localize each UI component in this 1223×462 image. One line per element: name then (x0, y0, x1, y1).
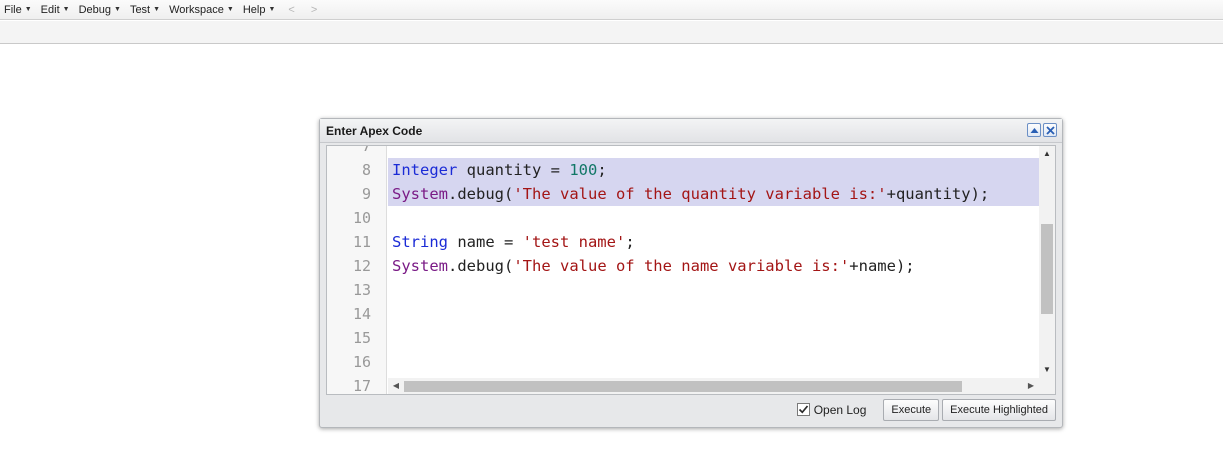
toolbar (0, 21, 1223, 44)
checkmark-icon (798, 405, 808, 414)
vertical-scrollbar[interactable]: ▲ ▼ (1039, 146, 1055, 378)
code-token: 'The value of the name variable is:' (513, 257, 850, 275)
line-number: 11 (352, 233, 371, 251)
menu-test[interactable]: Test ▼ (126, 0, 165, 20)
line-number: 9 (361, 185, 371, 203)
caret-down-icon: ▼ (62, 6, 70, 13)
open-log-checkbox[interactable] (796, 403, 810, 416)
code-token: quantity = (457, 161, 570, 179)
line-number: 8 (361, 161, 371, 179)
code-area[interactable]: Integer quantity = 100; System.debug('The… (388, 146, 1039, 378)
menu-label: Debug (78, 3, 111, 16)
code-token: String (392, 233, 448, 251)
caret-down-icon: ▼ (153, 6, 161, 13)
scroll-right-arrow-icon[interactable]: ▶ (1023, 378, 1039, 394)
collapse-up-icon[interactable] (1027, 123, 1041, 137)
caret-down-icon: ▼ (24, 6, 32, 13)
code-line[interactable] (388, 326, 1039, 350)
scrollbar-thumb[interactable] (404, 381, 962, 392)
code-line[interactable]: System.debug('The value of the quantity … (388, 182, 1039, 206)
line-number: 7 (361, 145, 371, 155)
menu-file[interactable]: File ▼ (0, 0, 37, 20)
scroll-left-arrow-icon[interactable]: ◀ (388, 378, 404, 394)
menu-debug[interactable]: Debug ▼ (75, 0, 126, 20)
code-line[interactable] (388, 302, 1039, 326)
caret-down-icon: ▼ (268, 6, 276, 13)
close-icon[interactable] (1043, 123, 1057, 137)
code-line[interactable]: System.debug('The value of the name vari… (388, 254, 1039, 278)
scroll-down-arrow-icon[interactable]: ▼ (1039, 362, 1055, 378)
dialog-footer: Open Log Execute Execute Highlighted (326, 396, 1056, 423)
menu-label: File (4, 3, 22, 16)
caret-down-icon: ▼ (226, 6, 234, 13)
menu-label: Test (129, 3, 151, 16)
code-token: +quantity); (886, 185, 990, 203)
scrollbar-corner (1039, 378, 1055, 394)
code-token: name = (448, 233, 523, 251)
scroll-up-arrow-icon[interactable]: ▲ (1039, 146, 1055, 162)
enter-apex-code-dialog: Enter Apex Code 7 8 9 10 11 12 13 14 15 16 17 Inte… (319, 118, 1063, 428)
code-token: 'The value of the quantity variable is:' (513, 185, 887, 203)
code-token: ; (597, 161, 607, 179)
line-number: 16 (352, 353, 371, 371)
code-line[interactable] (388, 350, 1039, 374)
line-number: 15 (352, 329, 371, 347)
horizontal-scrollbar[interactable]: ◀ ▶ (388, 378, 1039, 394)
line-number: 12 (352, 257, 371, 275)
code-line[interactable]: Integer quantity = 100; (388, 158, 1039, 182)
code-token: 100 (569, 161, 598, 179)
scrollbar-thumb[interactable] (1041, 224, 1053, 314)
forward-arrow-icon[interactable]: > (303, 4, 325, 16)
code-token: System (392, 185, 448, 203)
menu-bar: File ▼ Edit ▼ Debug ▼ Test ▼ Workspace ▼… (0, 0, 1223, 20)
menu-label: Edit (40, 3, 60, 16)
menu-help[interactable]: Help ▼ (239, 0, 281, 20)
menu-label: Workspace (169, 3, 224, 16)
code-token: .debug( (448, 257, 514, 275)
line-number: 13 (352, 281, 371, 299)
code-token: .debug( (448, 185, 514, 203)
back-arrow-icon[interactable]: < (280, 4, 302, 16)
line-number: 17 (352, 377, 371, 395)
code-token: System (392, 257, 448, 275)
execute-button[interactable]: Execute (883, 398, 940, 421)
menu-edit[interactable]: Edit ▼ (37, 0, 75, 20)
code-editor[interactable]: 7 8 9 10 11 12 13 14 15 16 17 Integer quantity = 1… (326, 145, 1056, 395)
menu-workspace[interactable]: Workspace ▼ (165, 0, 239, 20)
code-token: ; (625, 233, 635, 251)
line-number: 14 (352, 305, 371, 323)
menu-label: Help (242, 3, 266, 16)
code-token: +name); (849, 257, 915, 275)
code-token: 'test name' (522, 233, 626, 251)
code-line[interactable] (388, 278, 1039, 302)
execute-highlighted-button[interactable]: Execute Highlighted (942, 398, 1056, 421)
caret-down-icon: ▼ (114, 6, 121, 13)
code-line[interactable]: String name = 'test name'; (388, 230, 1039, 254)
line-number: 10 (352, 209, 371, 227)
dialog-title: Enter Apex Code (326, 124, 423, 138)
code-token: Integer (392, 161, 458, 179)
code-line[interactable] (388, 206, 1039, 230)
open-log-label[interactable]: Open Log (814, 403, 867, 417)
dialog-header: Enter Apex Code (320, 119, 1062, 143)
line-number-gutter: 7 8 9 10 11 12 13 14 15 16 17 (327, 146, 387, 394)
